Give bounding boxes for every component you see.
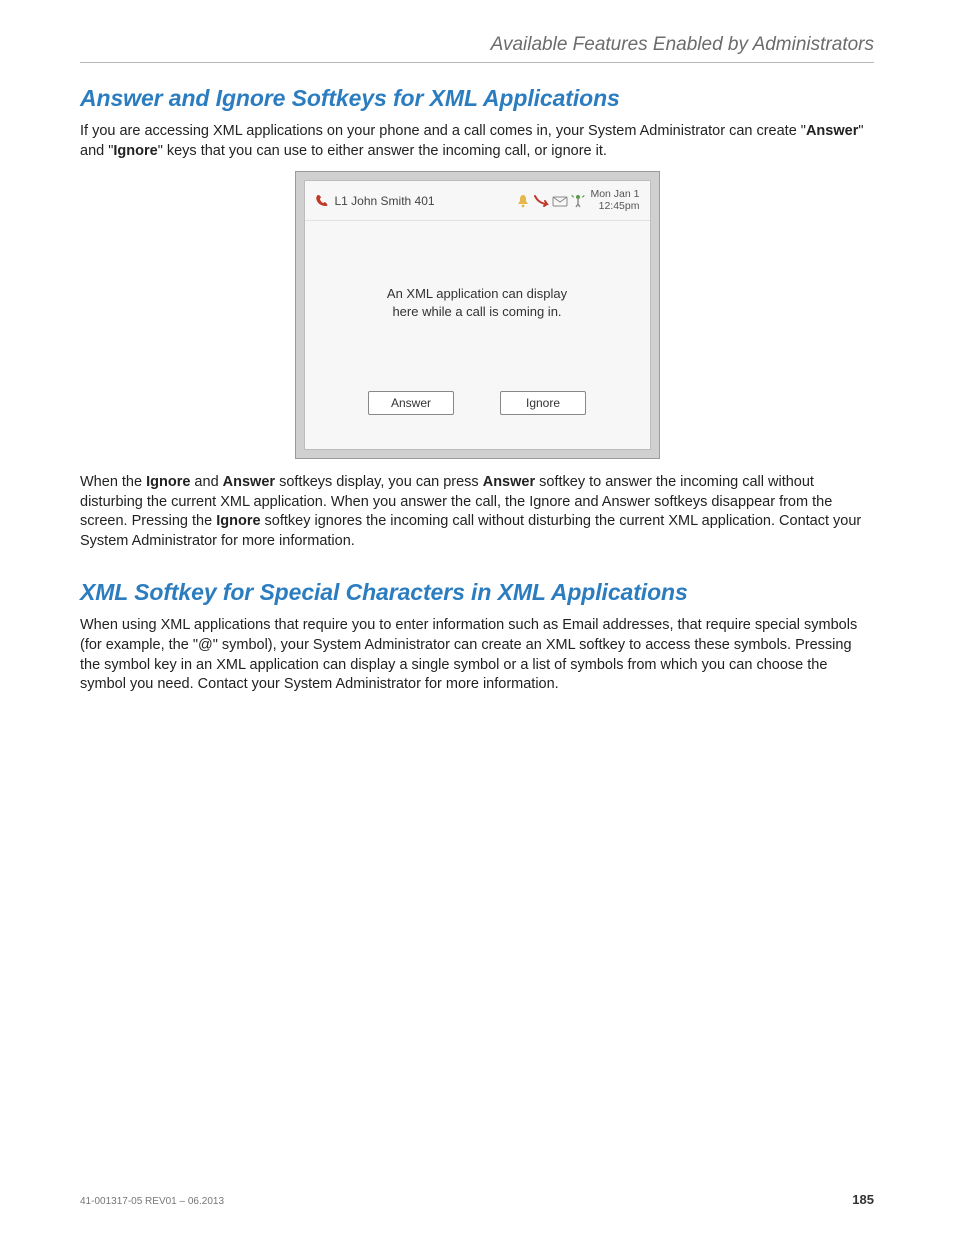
section1-para1: If you are accessing XML applications on… <box>80 122 874 161</box>
text: " keys that you can use to either answer… <box>158 143 607 159</box>
bold-answer: Answer <box>806 123 858 139</box>
phone-screen: L1 John Smith 401 <box>304 180 651 450</box>
section1-para2: When the Ignore and Answer softkeys disp… <box>80 473 874 551</box>
ignore-softkey[interactable]: Ignore <box>500 391 586 415</box>
text: When the <box>80 474 146 490</box>
text: and <box>190 474 222 490</box>
voicemail-icon <box>552 195 568 207</box>
phone-handset-icon <box>315 195 329 207</box>
doc-id: 41-001317-05 REV01 – 06.2013 <box>80 1196 224 1207</box>
text: softkeys display, you can press <box>275 474 483 490</box>
section1-title: Answer and Ignore Softkeys for XML Appli… <box>80 85 874 112</box>
bold-ignore: Ignore <box>113 143 157 159</box>
phone-line-label: L1 John Smith 401 <box>335 194 435 208</box>
signal-icon <box>571 194 585 208</box>
answer-softkey[interactable]: Answer <box>368 391 454 415</box>
phone-body-text: An XML application can display here whil… <box>305 221 650 320</box>
phone-date: Mon Jan 1 <box>590 189 639 201</box>
bell-icon <box>516 194 530 208</box>
page-number: 185 <box>852 1192 874 1207</box>
page-footer: 41-001317-05 REV01 – 06.2013 185 <box>80 1192 874 1207</box>
phone-device: L1 John Smith 401 <box>295 171 660 459</box>
bold-answer: Answer <box>483 474 535 490</box>
bold-ignore: Ignore <box>216 513 260 529</box>
text: If you are accessing XML applications on… <box>80 123 806 139</box>
phone-time: 12:45pm <box>590 201 639 213</box>
phone-body-line2: here while a call is coming in. <box>305 303 650 321</box>
header-rule <box>80 62 874 63</box>
section2-para: When using XML applications that require… <box>80 616 874 694</box>
section2-title: XML Softkey for Special Characters in XM… <box>80 579 874 606</box>
bold-answer: Answer <box>223 474 275 490</box>
phone-status-bar: L1 John Smith 401 <box>305 181 650 221</box>
phone-body-line1: An XML application can display <box>305 285 650 303</box>
bold-ignore: Ignore <box>146 474 190 490</box>
missed-call-icon <box>533 194 549 208</box>
running-header: Available Features Enabled by Administra… <box>80 34 874 56</box>
